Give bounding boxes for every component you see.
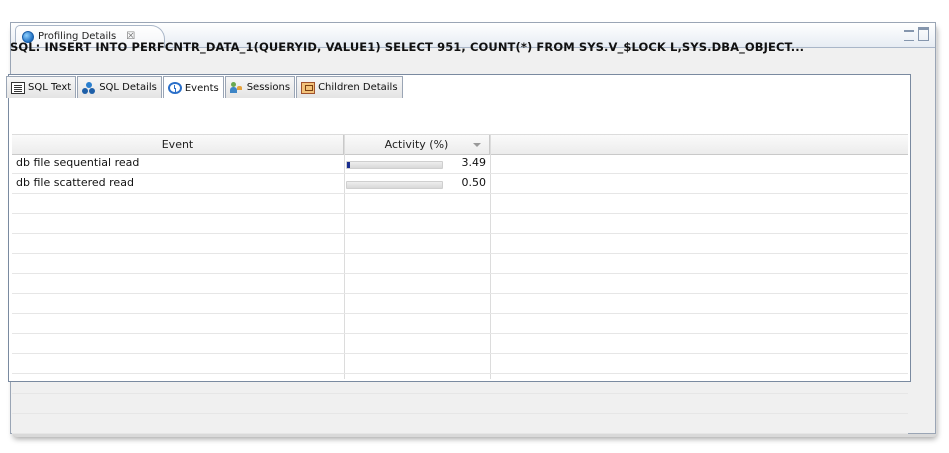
tab-sql-text[interactable]: SQL Text [6, 76, 77, 98]
activity-bar-fill [347, 162, 350, 168]
table-row [12, 234, 908, 254]
column-header-event[interactable]: Event [12, 135, 344, 154]
activity-value: 3.49 [461, 156, 487, 169]
table-row [12, 194, 908, 214]
table-row[interactable]: db file sequential read 3.49 [12, 154, 908, 174]
events-clock-icon [167, 82, 182, 94]
table-row [12, 314, 908, 334]
column-header-activity-label: Activity (%) [384, 138, 449, 151]
event-cell: db file sequential read [16, 156, 140, 169]
sql-statement-title: SQL: INSERT INTO PERFCNTR_DATA_1(QUERYID… [10, 40, 805, 54]
tab-sessions[interactable]: Sessions [224, 76, 296, 98]
sort-descending-icon [473, 143, 481, 147]
tab-children-details-label: Children Details [318, 82, 398, 93]
tab-sql-details-label: SQL Details [99, 82, 157, 93]
table-row [12, 374, 908, 394]
activity-bar [346, 161, 443, 169]
tab-events[interactable]: Events [162, 76, 224, 99]
table-row [12, 274, 908, 294]
table-row [12, 214, 908, 234]
events-table: Event Activity (%) db file sequential re… [12, 98, 908, 434]
table-row [12, 414, 908, 434]
table-row [12, 334, 908, 354]
tab-events-label: Events [184, 82, 219, 94]
events-table-body: db file sequential read 3.49 db file scatt… [12, 154, 908, 434]
activity-value: 0.50 [461, 176, 487, 189]
tab-children-details[interactable]: Children Details [296, 76, 403, 98]
activity-bar [346, 181, 443, 189]
children-details-icon [301, 81, 316, 94]
tab-sql-details[interactable]: SQL Details [77, 76, 162, 98]
maximize-icon[interactable] [918, 27, 929, 41]
table-row [12, 254, 908, 274]
activity-bar-fill [347, 182, 349, 188]
event-cell: db file scattered read [16, 176, 134, 189]
sessions-icon [229, 81, 244, 94]
table-row [12, 394, 908, 414]
sql-details-icon [82, 81, 96, 94]
sql-text-icon [11, 81, 25, 94]
column-header-activity[interactable]: Activity (%) [344, 135, 490, 154]
events-table-header: Event Activity (%) [12, 134, 908, 155]
table-row [12, 294, 908, 314]
table-row[interactable]: db file scattered read 0.50 [12, 174, 908, 194]
tab-sql-text-label: SQL Text [28, 82, 72, 93]
view-controls [904, 27, 929, 41]
tab-sessions-label: Sessions [246, 82, 291, 93]
table-row [12, 354, 908, 374]
details-tab-bar: SQL Text SQL Details Events Sessions Chi… [6, 76, 404, 99]
